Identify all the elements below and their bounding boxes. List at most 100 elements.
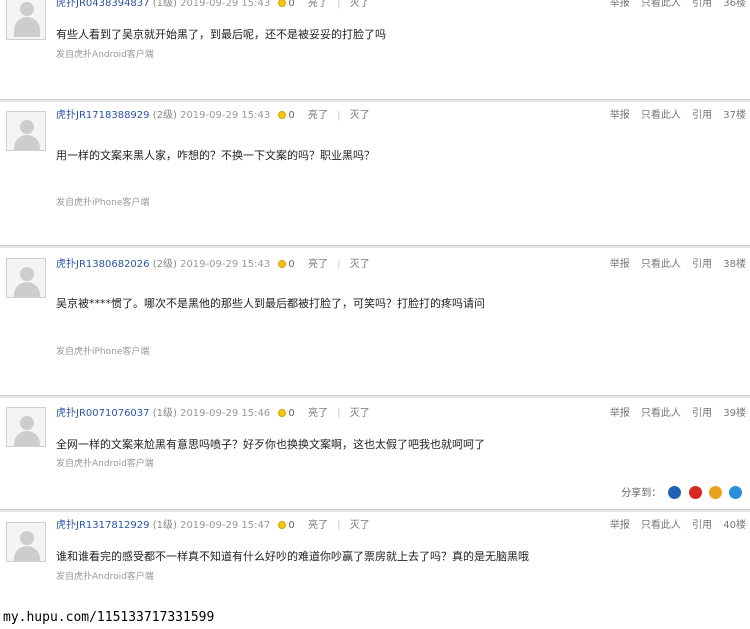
post-36: 虎扑JR0438394837 (1级) 2019-09-29 15:43 0 亮… xyxy=(0,0,750,103)
divider: | xyxy=(337,520,341,531)
only-this-user-button[interactable]: 只看此人 xyxy=(641,520,681,531)
quote-button[interactable]: 引用 xyxy=(692,259,712,270)
dark-button[interactable]: 灭了 xyxy=(350,408,370,419)
quote-button[interactable]: 引用 xyxy=(692,110,712,121)
divider xyxy=(0,245,750,248)
url-watermark: my.hupu.com/115133717331599 xyxy=(3,610,215,625)
user-level: (2级) xyxy=(152,259,177,270)
light-count: 0 xyxy=(288,259,295,270)
post-38: 虎扑JR1380682026 (2级) 2019-09-29 15:43 0 亮… xyxy=(0,249,750,399)
divider: | xyxy=(337,0,341,9)
post-content: 吴京被****惯了。哪次不是黑他的那些人到最后都被打脸了，可笑吗？打脸打的疼吗请… xyxy=(56,297,485,310)
floor-number: 36楼 xyxy=(723,0,746,9)
qzone-icon[interactable] xyxy=(729,486,742,499)
light-count: 0 xyxy=(288,110,295,121)
avatar[interactable] xyxy=(6,407,46,447)
floor-number: 37楼 xyxy=(723,110,746,121)
floor-number: 39楼 xyxy=(723,408,746,419)
post-source: 发自虎扑iPhone客户端 xyxy=(56,198,150,208)
username-link[interactable]: 虎扑JR1380682026 xyxy=(56,259,150,270)
post-actions: 举报 只看此人 引用 36楼 xyxy=(602,0,746,10)
renren-icon[interactable] xyxy=(668,486,682,499)
divider: | xyxy=(337,259,341,270)
floor-number: 38楼 xyxy=(723,259,746,270)
post-content: 用一样的文案来黑人家，咋想的？不换一下文案的吗？职业黑吗？ xyxy=(56,149,375,162)
username-link[interactable]: 虎扑JR0438394837 xyxy=(56,0,150,9)
lightbulb-icon xyxy=(278,111,287,119)
post-actions: 举报 只看此人 引用 40楼 xyxy=(602,520,746,532)
user-level: (1级) xyxy=(152,0,177,9)
post-meta: 虎扑JR0438394837 (1级) 2019-09-29 15:43 0 亮… xyxy=(56,0,370,10)
avatar[interactable] xyxy=(6,0,46,40)
post-content: 全网一样的文案来尬黑有意思吗喷子？好歹你也换换文案啊，这也太假了吧我也就呵呵了 xyxy=(56,438,485,451)
dark-button[interactable]: 灭了 xyxy=(350,110,370,121)
light-count: 0 xyxy=(288,408,295,419)
report-button[interactable]: 举报 xyxy=(610,110,630,121)
divider: | xyxy=(337,408,341,419)
floor-number: 40楼 xyxy=(723,520,746,531)
post-source: 发自虎扑iPhone客户端 xyxy=(56,347,150,357)
post-37: 虎扑JR1718388929 (2级) 2019-09-29 15:43 0 亮… xyxy=(0,103,750,249)
post-meta: 虎扑JR1317812929 (1级) 2019-09-29 15:47 0 亮… xyxy=(56,520,370,532)
dark-button[interactable]: 灭了 xyxy=(350,520,370,531)
only-this-user-button[interactable]: 只看此人 xyxy=(641,408,681,419)
post-datetime: 2019-09-29 15:47 xyxy=(180,520,271,531)
post-actions: 举报 只看此人 引用 39楼 xyxy=(602,408,746,420)
user-level: (1级) xyxy=(152,408,177,419)
quote-button[interactable]: 引用 xyxy=(692,0,712,9)
post-source: 发自虎扑Android客户端 xyxy=(56,50,154,60)
divider xyxy=(0,395,750,398)
post-actions: 举报 只看此人 引用 37楼 xyxy=(602,110,746,122)
divider xyxy=(0,509,750,512)
report-button[interactable]: 举报 xyxy=(610,520,630,531)
share-bar: 分享到： xyxy=(621,484,742,499)
light-button[interactable]: 亮了 xyxy=(308,520,328,531)
report-button[interactable]: 举报 xyxy=(610,408,630,419)
post-datetime: 2019-09-29 15:43 xyxy=(180,0,271,9)
user-level: (2级) xyxy=(152,110,177,121)
post-39: 虎扑JR0071076037 (1级) 2019-09-29 15:46 0 亮… xyxy=(0,399,750,513)
light-button[interactable]: 亮了 xyxy=(308,110,328,121)
report-button[interactable]: 举报 xyxy=(610,259,630,270)
lightbulb-icon xyxy=(278,521,287,529)
post-datetime: 2019-09-29 15:43 xyxy=(180,259,271,270)
post-content: 有些人看到了吴京就开始黑了，到最后呢，还不是被妥妥的打脸了吗 xyxy=(56,28,386,41)
username-link[interactable]: 虎扑JR1718388929 xyxy=(56,110,150,121)
post-actions: 举报 只看此人 引用 38楼 xyxy=(602,259,746,271)
user-level: (1级) xyxy=(152,520,177,531)
light-button[interactable]: 亮了 xyxy=(308,0,328,9)
post-source: 发自虎扑Android客户端 xyxy=(56,459,154,469)
divider: | xyxy=(337,110,341,121)
dark-button[interactable]: 灭了 xyxy=(350,259,370,270)
post-datetime: 2019-09-29 15:43 xyxy=(180,110,271,121)
kaixin-icon[interactable] xyxy=(708,486,722,499)
post-meta: 虎扑JR0071076037 (1级) 2019-09-29 15:46 0 亮… xyxy=(56,408,370,420)
divider xyxy=(0,99,750,102)
dark-button[interactable]: 灭了 xyxy=(350,0,370,9)
light-button[interactable]: 亮了 xyxy=(308,259,328,270)
avatar[interactable] xyxy=(6,522,46,562)
post-meta: 虎扑JR1718388929 (2级) 2019-09-29 15:43 0 亮… xyxy=(56,110,370,122)
only-this-user-button[interactable]: 只看此人 xyxy=(641,0,681,9)
avatar[interactable] xyxy=(6,111,46,151)
light-count: 0 xyxy=(288,520,295,531)
only-this-user-button[interactable]: 只看此人 xyxy=(641,110,681,121)
post-meta: 虎扑JR1380682026 (2级) 2019-09-29 15:43 0 亮… xyxy=(56,259,370,271)
username-link[interactable]: 虎扑JR1317812929 xyxy=(56,520,150,531)
avatar[interactable] xyxy=(6,258,46,298)
light-button[interactable]: 亮了 xyxy=(308,408,328,419)
share-label: 分享到： xyxy=(621,488,662,499)
quote-button[interactable]: 引用 xyxy=(692,520,712,531)
lightbulb-icon xyxy=(278,409,287,417)
lightbulb-icon xyxy=(278,0,287,7)
post-content: 谁和谁看完的感受都不一样真不知道有什么好吵的难道你吵赢了票房就上去了吗？真的是无… xyxy=(56,550,529,563)
username-link[interactable]: 虎扑JR0071076037 xyxy=(56,408,150,419)
light-count: 0 xyxy=(288,0,295,9)
weibo-icon[interactable] xyxy=(688,486,702,499)
only-this-user-button[interactable]: 只看此人 xyxy=(641,259,681,270)
post-source: 发自虎扑Android客户端 xyxy=(56,572,154,582)
post-datetime: 2019-09-29 15:46 xyxy=(180,408,271,419)
lightbulb-icon xyxy=(278,260,287,268)
report-button[interactable]: 举报 xyxy=(610,0,630,9)
quote-button[interactable]: 引用 xyxy=(692,408,712,419)
